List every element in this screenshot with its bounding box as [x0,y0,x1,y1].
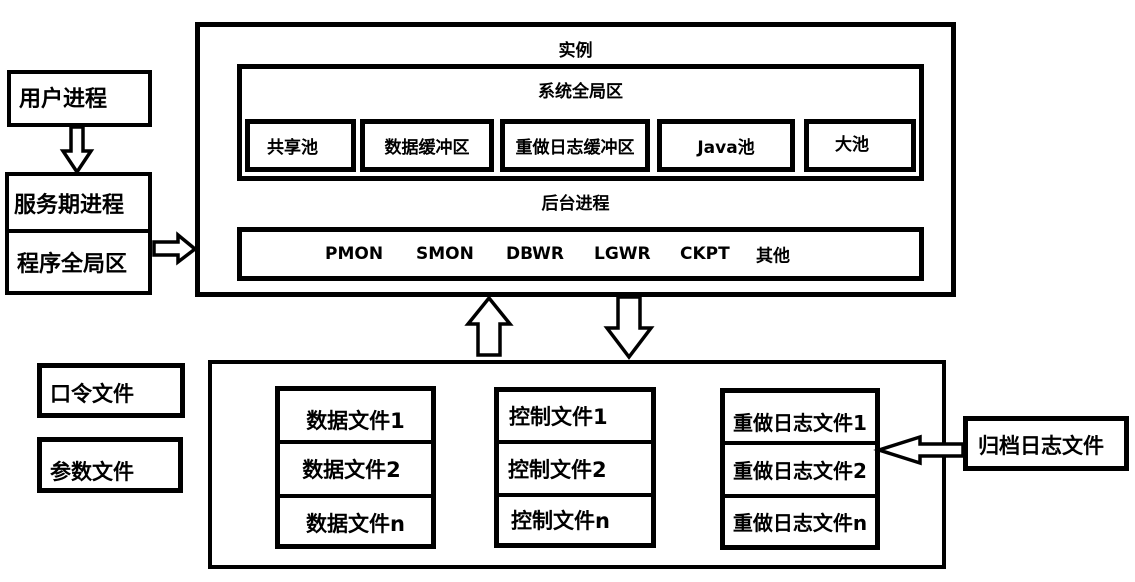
instance-box: 实例 系统全局区 共享池 数据缓冲区 重做日志缓冲区 Java池 大池 后台进程… [195,22,956,297]
large-pool-label: 大池 [835,135,869,155]
server-process-label: 服务期进程 [14,192,125,218]
data-buffer-label: 数据缓冲区 [384,138,470,158]
server-process-box: 服务期进程 程序全局区 [5,172,152,295]
data-file-2: 数据文件2 [302,458,401,482]
data-files-box: 数据文件1 数据文件2 数据文件n [275,386,436,549]
data-file-n: 数据文件n [306,512,405,536]
instance-title: 实例 [558,41,593,61]
redo-buffer-box: 重做日志缓冲区 [500,119,650,172]
redo-files-box: 重做日志文件1 重做日志文件2 重做日志文件n [720,388,880,550]
redo-file-2: 重做日志文件2 [733,459,867,483]
process-ckpt: CKPT [680,244,730,264]
process-smon: SMON [416,244,474,264]
java-pool-label: Java池 [697,138,755,158]
redo-buffer-label: 重做日志缓冲区 [515,138,635,158]
sga-box: 系统全局区 共享池 数据缓冲区 重做日志缓冲区 Java池 大池 [237,64,924,181]
password-file-box: 口令文件 [37,363,185,418]
parameter-file-box: 参数文件 [37,437,183,493]
java-pool-box: Java池 [657,119,795,172]
process-other: 其他 [756,246,790,267]
background-title: 后台进程 [541,194,610,214]
data-file-1: 数据文件1 [306,408,405,433]
process-pmon: PMON [325,244,384,264]
large-pool-box: 大池 [804,119,916,172]
control-file-n: 控制文件n [511,509,610,533]
process-dbwr: DBWR [506,244,564,264]
data-buffer-box: 数据缓冲区 [360,119,494,172]
sga-title: 系统全局区 [538,82,623,102]
down-arrow-icon [59,125,95,176]
parameter-file-label: 参数文件 [50,460,134,484]
shared-pool-label: 共享池 [267,138,318,158]
archive-log-box: 归档日志文件 [963,416,1129,471]
up-arrow-icon [464,295,514,357]
background-processes-box: PMON SMON DBWR LGWR CKPT 其他 [237,227,924,281]
password-file-label: 口令文件 [50,382,134,406]
control-file-1: 控制文件1 [509,405,608,429]
user-process-label: 用户进程 [19,87,108,112]
database-box: 数据文件1 数据文件2 数据文件n 控制文件1 控制文件2 控制文件n 重做日志… [208,360,946,569]
right-arrow-icon [152,231,198,266]
shared-pool-box: 共享池 [245,119,356,172]
left-arrow-icon [873,434,965,466]
archive-log-label: 归档日志文件 [978,434,1104,458]
redo-file-1: 重做日志文件1 [733,410,867,435]
control-files-box: 控制文件1 控制文件2 控制文件n [494,387,656,548]
process-lgwr: LGWR [594,244,651,264]
down-arrow-icon [603,295,655,360]
pga-label: 程序全局区 [17,252,128,277]
control-file-2: 控制文件2 [508,457,607,482]
user-process-box: 用户进程 [7,70,152,127]
redo-file-n: 重做日志文件n [732,511,868,535]
